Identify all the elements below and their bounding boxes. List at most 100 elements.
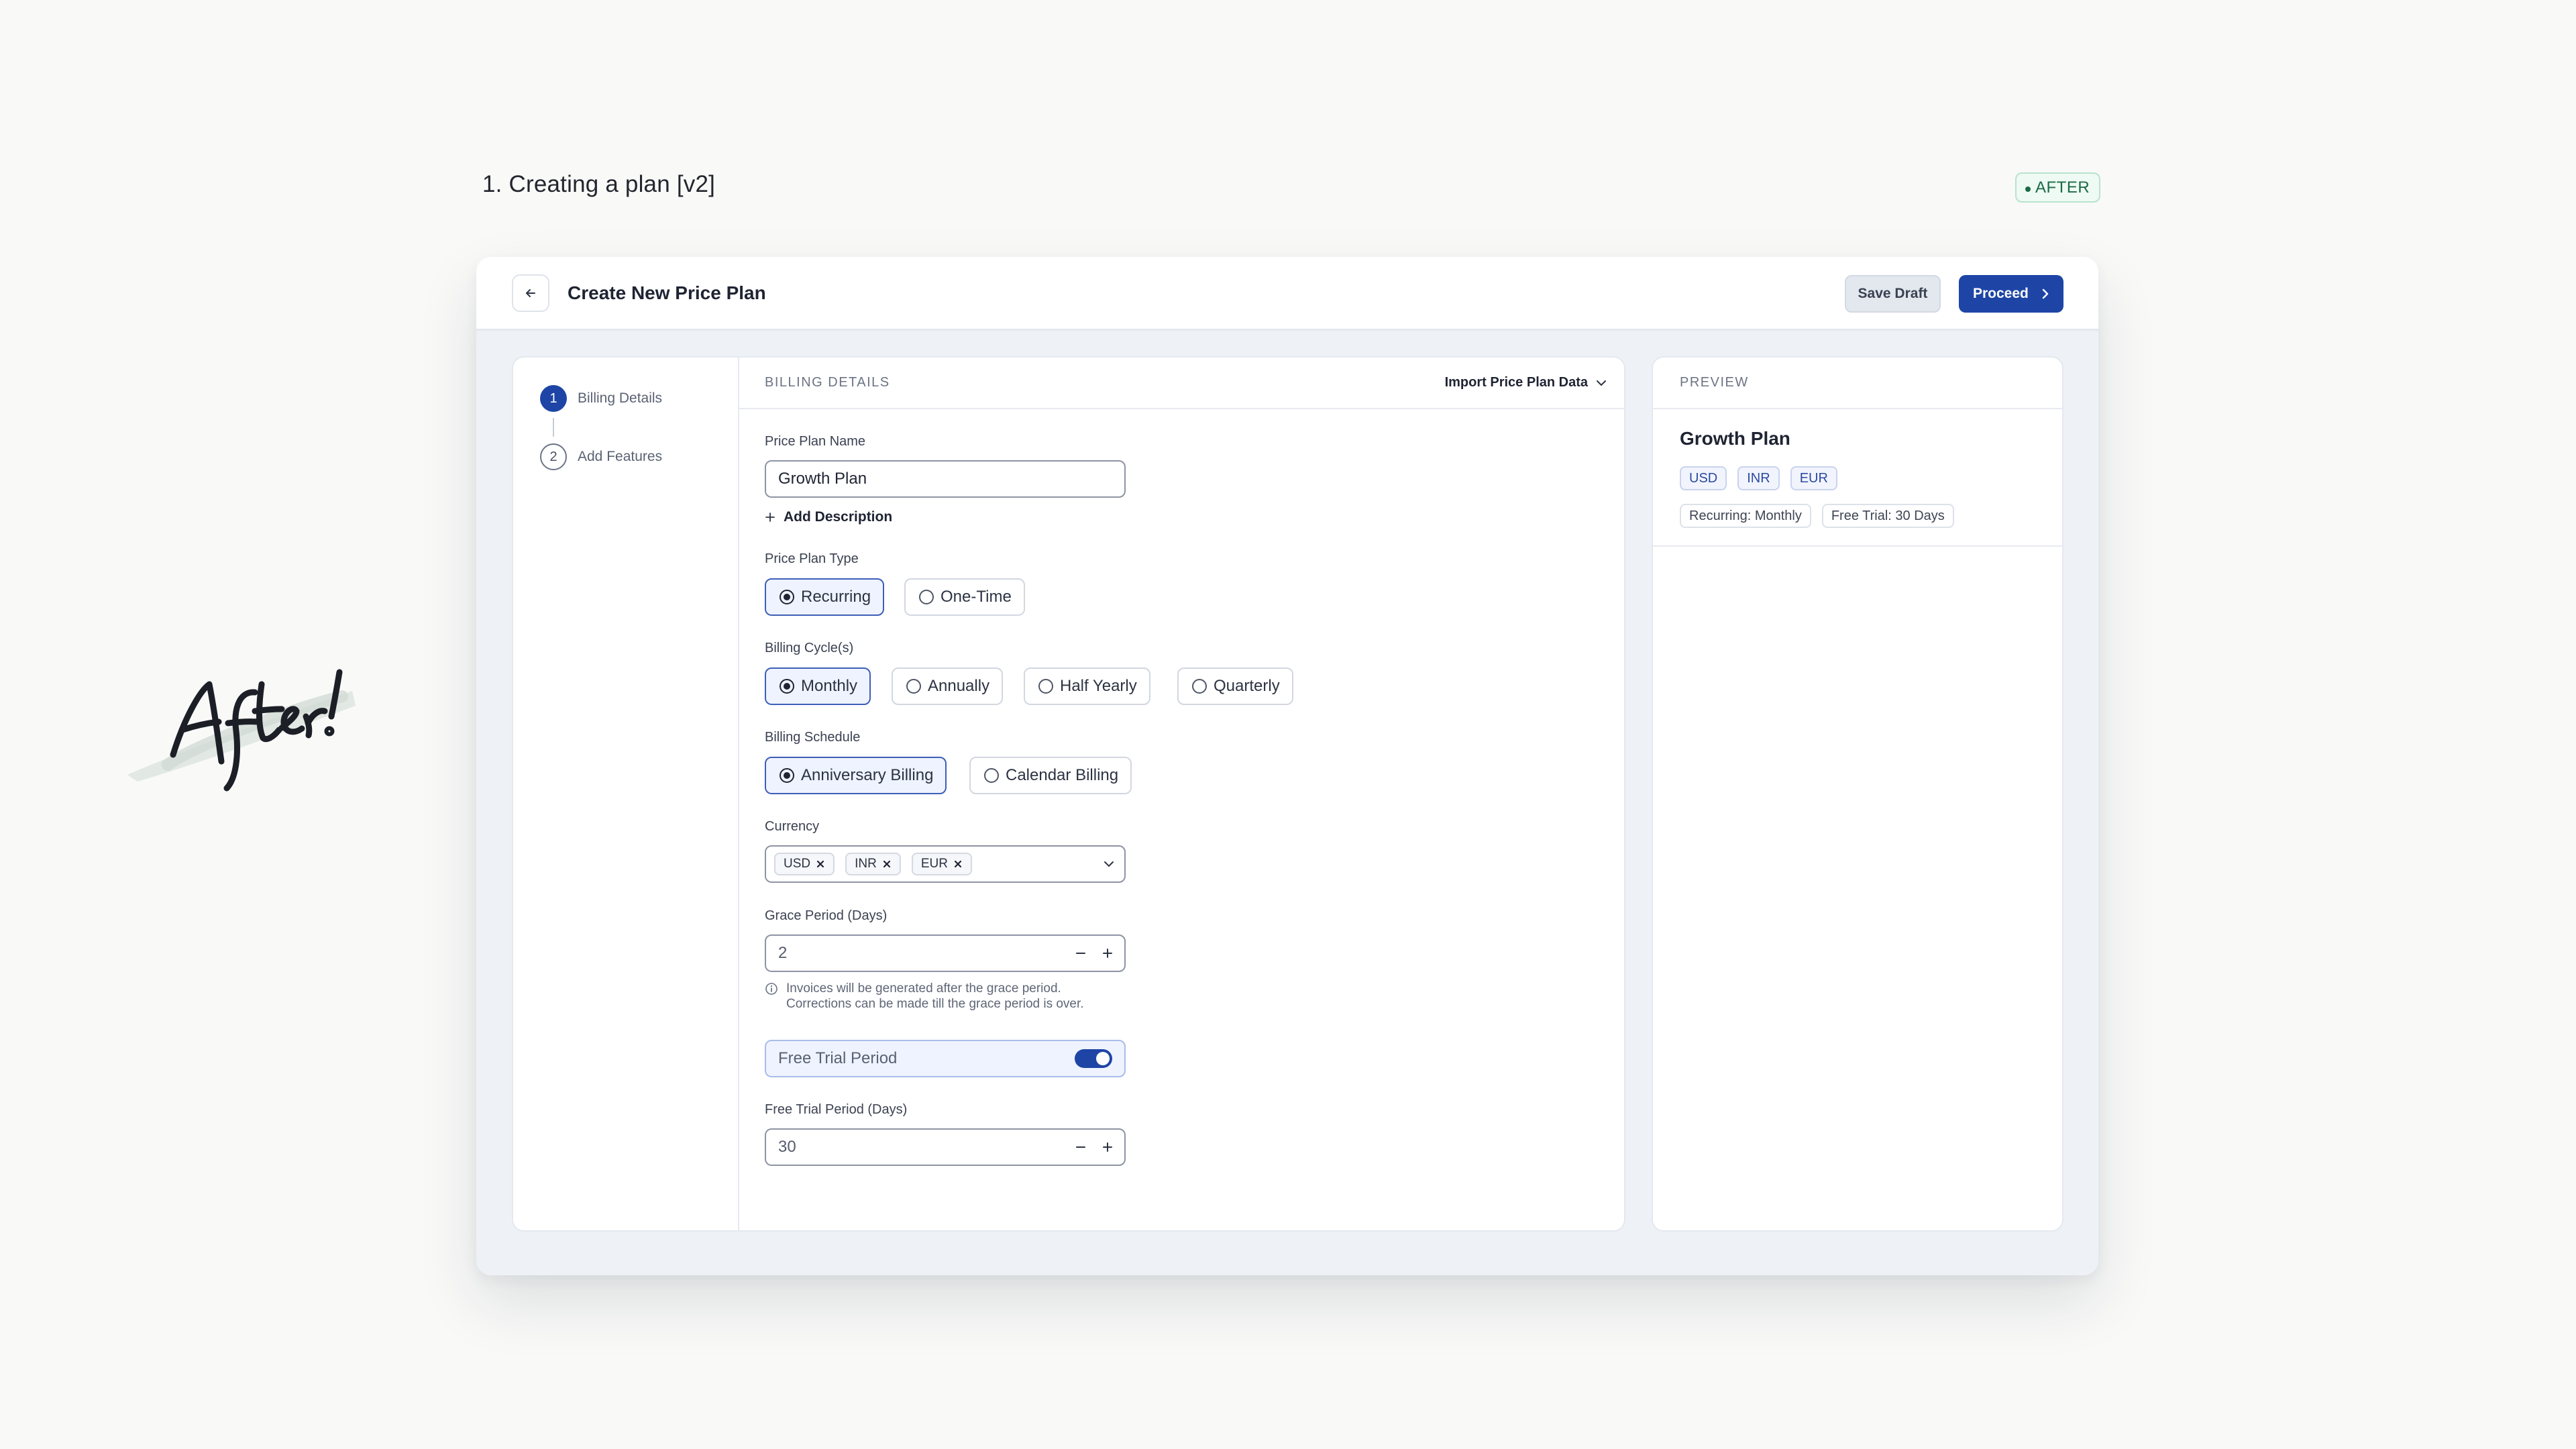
section-label: PREVIEW: [1680, 375, 1749, 390]
option-one-time[interactable]: One-Time: [904, 578, 1025, 616]
plan-name-label: Price Plan Name: [765, 434, 866, 449]
option-calendar-billing[interactable]: Calendar Billing: [969, 757, 1132, 794]
free-trial-toggle-row[interactable]: Free Trial Period: [765, 1040, 1126, 1077]
main-panel: 1 Billing Details 2 Add Features BILLING…: [512, 356, 1625, 1232]
free-trial-days-label: Free Trial Period (Days): [765, 1102, 908, 1117]
hint-line: Invoices will be generated after the gra…: [786, 981, 1061, 996]
step-connector: [553, 418, 554, 437]
option-annually[interactable]: Annually: [892, 667, 1004, 705]
billing-cycle-label: Billing Cycle(s): [765, 641, 854, 655]
close-icon[interactable]: [816, 859, 825, 869]
proceed-button[interactable]: Proceed: [1959, 275, 2063, 313]
page-title: 1. Creating a plan [v2]: [482, 171, 716, 197]
currency-chip-inr: INR: [845, 853, 901, 875]
grace-period-input[interactable]: 2: [765, 934, 1126, 972]
top-bar: Create New Price Plan Save Draft Proceed: [476, 257, 2098, 331]
radio-icon: [1192, 679, 1207, 694]
plan-name-input[interactable]: Growth Plan: [765, 460, 1126, 498]
currency-tag: INR: [1737, 466, 1780, 490]
preview-panel: PREVIEW Growth Plan USD INR EUR Recurrin…: [1652, 356, 2063, 1232]
currency-tag: EUR: [1790, 466, 1837, 490]
radio-selected-icon: [780, 768, 794, 783]
grace-period-hint: Invoices will be generated after the gra…: [765, 981, 1084, 1012]
section-label: BILLING DETAILS: [765, 375, 890, 390]
free-trial-days-value: 30: [778, 1138, 796, 1156]
minus-icon[interactable]: [1075, 947, 1087, 959]
radio-selected-icon: [780, 679, 794, 694]
option-anniversary-billing[interactable]: Anniversary Billing: [765, 757, 947, 794]
option-label: Calendar Billing: [1006, 766, 1119, 784]
quantity-stepper: [1075, 1130, 1114, 1165]
free-trial-label: Free Trial Period: [778, 1049, 898, 1067]
import-label: Import Price Plan Data: [1444, 375, 1588, 390]
hint-line: Corrections can be made till the grace p…: [786, 997, 1084, 1011]
option-monthly[interactable]: Monthly: [765, 667, 871, 705]
app-window: Create New Price Plan Save Draft Proceed…: [476, 257, 2098, 1275]
chevron-down-icon: [1597, 380, 1606, 386]
option-quarterly[interactable]: Quarterly: [1177, 667, 1293, 705]
chip-label: EUR: [920, 857, 948, 871]
currency-chip-eur: EUR: [911, 853, 972, 875]
add-description-label: Add Description: [784, 509, 893, 525]
proceed-label: Proceed: [1973, 286, 2029, 301]
step-label: Billing Details: [578, 390, 663, 406]
step-number: 1: [540, 385, 567, 412]
billing-form: BILLING DETAILS Import Price Plan Data P…: [739, 358, 1624, 1230]
currency-chip-usd: USD: [774, 853, 835, 875]
option-label: Recurring: [801, 588, 871, 606]
status-badge: AFTER: [2015, 172, 2101, 203]
free-trial-toggle[interactable]: [1075, 1049, 1112, 1068]
step-add-features[interactable]: 2 Add Features: [540, 443, 662, 470]
after-handwritten-logo: [127, 669, 356, 792]
preview-meta-list: Recurring: Monthly Free Trial: 30 Days: [1680, 504, 1954, 528]
radio-icon: [984, 768, 999, 783]
free-trial-days-input[interactable]: 30: [765, 1128, 1126, 1166]
chevron-right-icon: [2042, 288, 2049, 299]
billing-schedule-label: Billing Schedule: [765, 730, 861, 745]
step-label: Add Features: [578, 449, 663, 464]
close-icon[interactable]: [953, 859, 963, 869]
meta-tag: Recurring: Monthly: [1680, 504, 1811, 528]
divider: [1653, 545, 2062, 547]
back-button[interactable]: [512, 274, 549, 312]
radio-icon: [919, 590, 934, 604]
step-billing-details[interactable]: 1 Billing Details: [540, 385, 662, 412]
plus-icon[interactable]: [1102, 947, 1114, 959]
currency-tag: USD: [1680, 466, 1727, 490]
add-description-button[interactable]: Add Description: [765, 509, 892, 525]
option-label: One-Time: [941, 588, 1012, 606]
grace-period-value: 2: [778, 944, 788, 962]
preview-currency-list: USD INR EUR: [1680, 466, 1837, 490]
option-label: Monthly: [801, 677, 858, 695]
plan-name-value: Growth Plan: [778, 470, 867, 488]
option-label: Half Yearly: [1060, 677, 1137, 695]
currency-label: Currency: [765, 819, 820, 834]
currency-multiselect[interactable]: USD INR EUR: [765, 845, 1126, 883]
preview-plan-name: Growth Plan: [1680, 428, 1790, 449]
radio-selected-icon: [780, 590, 794, 604]
radio-icon: [1038, 679, 1053, 694]
chevron-down-icon[interactable]: [1103, 860, 1115, 868]
quantity-stepper: [1075, 936, 1114, 971]
chip-label: USD: [784, 857, 811, 871]
grace-period-label: Grace Period (Days): [765, 908, 888, 923]
option-label: Anniversary Billing: [801, 766, 934, 784]
chip-label: INR: [855, 857, 877, 871]
stepper: 1 Billing Details 2 Add Features: [513, 358, 739, 1230]
minus-icon[interactable]: [1075, 1141, 1087, 1153]
close-icon[interactable]: [882, 859, 892, 869]
plan-type-label: Price Plan Type: [765, 551, 859, 566]
arrow-left-icon: [526, 289, 535, 297]
option-half-yearly[interactable]: Half Yearly: [1024, 667, 1150, 705]
plus-icon[interactable]: [1102, 1141, 1114, 1153]
option-recurring[interactable]: Recurring: [765, 578, 885, 616]
preview-header: PREVIEW: [1653, 358, 2062, 409]
window-title: Create New Price Plan: [568, 282, 766, 303]
plus-icon: [765, 513, 775, 522]
import-plan-dropdown[interactable]: Import Price Plan Data: [1445, 375, 1607, 390]
option-label: Annually: [928, 677, 990, 695]
form-header: BILLING DETAILS Import Price Plan Data: [739, 358, 1624, 409]
step-number: 2: [540, 443, 567, 470]
option-label: Quarterly: [1214, 677, 1280, 695]
save-draft-button[interactable]: Save Draft: [1845, 275, 1941, 313]
